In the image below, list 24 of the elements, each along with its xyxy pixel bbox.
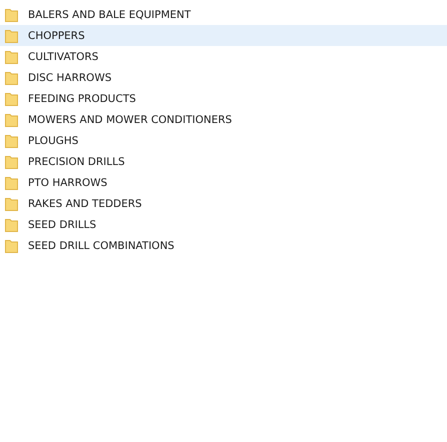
folder-item[interactable]: CHOPPERS [0, 25, 447, 46]
folder-item[interactable]: CULTIVATORS [0, 46, 447, 67]
folder-item[interactable]: PRECISION DRILLS [0, 151, 447, 172]
folder-item[interactable]: MOWERS AND MOWER CONDITIONERS [0, 109, 447, 130]
folder-icon [5, 196, 18, 210]
folder-icon [5, 134, 18, 148]
folder-icon [5, 218, 18, 232]
folder-item[interactable]: PLOUGHS [0, 130, 447, 151]
folder-item[interactable]: FEEDING PRODUCTS [0, 88, 447, 109]
folder-icon [5, 8, 18, 22]
folder-item[interactable]: BALERS AND BALE EQUIPMENT [0, 4, 447, 25]
folder-icon [5, 50, 18, 64]
folder-icon [5, 92, 18, 106]
folder-item[interactable]: DISC HARROWS [0, 67, 447, 88]
folder-icon [5, 154, 18, 168]
folder-item[interactable]: PTO HARROWS [0, 172, 447, 193]
folder-item[interactable]: SEED DRILLS [0, 214, 447, 235]
folder-icon [5, 70, 18, 84]
folder-icon [5, 112, 18, 126]
folder-icon [5, 238, 18, 252]
folder-icon [5, 28, 18, 42]
folder-icon [5, 176, 18, 190]
folder-item[interactable]: SEED DRILL COMBINATIONS [0, 235, 447, 256]
folder-item[interactable]: RAKES AND TEDDERS [0, 193, 447, 214]
